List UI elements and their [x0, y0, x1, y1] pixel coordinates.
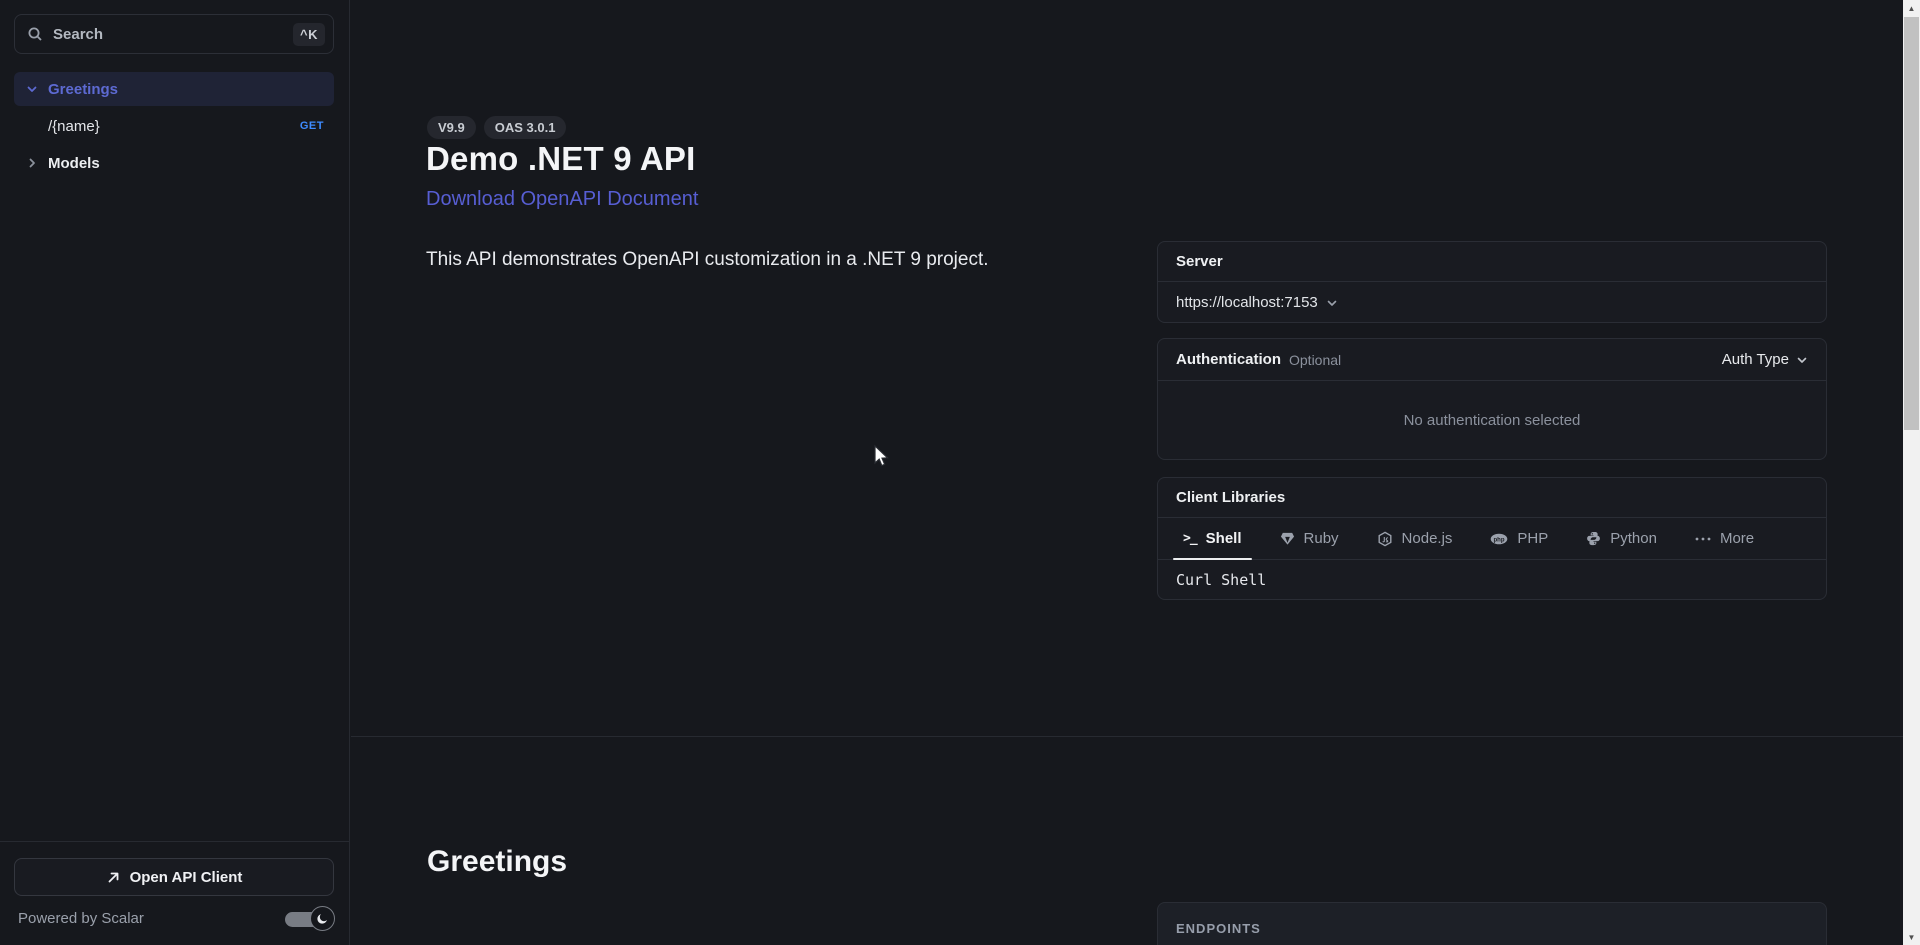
open-api-client-label: Open API Client — [130, 869, 243, 886]
tab-label: Python — [1610, 530, 1657, 547]
oas-version-badge: OAS 3.0.1 — [484, 116, 567, 139]
page-title: Demo .NET 9 API — [426, 140, 696, 178]
client-libraries-header: Client Libraries — [1158, 478, 1826, 518]
tab-label: More — [1720, 530, 1754, 547]
search-shortcut-badge: ^K — [293, 23, 325, 46]
sidebar: Search ^K Greetings /{name} GET Models O… — [0, 0, 350, 945]
moon-icon — [310, 906, 335, 931]
python-icon — [1586, 531, 1601, 546]
powered-by-scalar-link[interactable]: Powered by Scalar — [18, 910, 144, 927]
tab-ruby[interactable]: Ruby — [1280, 518, 1339, 559]
server-card-title: Server — [1176, 253, 1223, 270]
server-url-value: https://localhost:7153 — [1176, 294, 1318, 311]
client-library-tabs: >_ Shell Ruby Node.js php PHP — [1158, 518, 1826, 560]
server-card: Server https://localhost:7153 — [1157, 241, 1827, 323]
endpoints-label: ENDPOINTS — [1158, 903, 1826, 936]
tab-label: Ruby — [1304, 530, 1339, 547]
search-label: Search — [53, 26, 293, 43]
sidebar-item-label: Greetings — [48, 81, 118, 98]
scrollbar-down-arrow[interactable]: ▼ — [1903, 929, 1920, 945]
sidebar-item-name-endpoint[interactable]: /{name} GET — [14, 109, 334, 143]
scrollbar-up-arrow[interactable]: ▲ — [1903, 0, 1920, 16]
api-badges: V9.9 OAS 3.0.1 — [427, 116, 566, 139]
chevron-right-icon — [24, 157, 40, 169]
auth-empty-state: No authentication selected — [1158, 381, 1826, 460]
vertical-scrollbar[interactable]: ▲ ▼ — [1903, 0, 1920, 945]
open-api-client-button[interactable]: Open API Client — [14, 858, 334, 896]
ellipsis-icon — [1695, 537, 1711, 541]
tab-more[interactable]: More — [1695, 518, 1754, 559]
section-divider — [351, 736, 1903, 737]
sidebar-item-label: Models — [48, 155, 100, 172]
authentication-card: Authentication Optional Auth Type No aut… — [1157, 338, 1827, 460]
terminal-icon: >_ — [1183, 531, 1197, 546]
download-openapi-link[interactable]: Download OpenAPI Document — [426, 188, 698, 211]
sidebar-nav: Greetings /{name} GET Models — [14, 72, 334, 183]
svg-text:php: php — [1494, 537, 1505, 543]
endpoints-card: ENDPOINTS — [1157, 902, 1827, 945]
tab-label: PHP — [1517, 530, 1548, 547]
dark-mode-toggle[interactable] — [285, 906, 335, 932]
sidebar-item-models[interactable]: Models — [14, 146, 334, 180]
auth-type-label: Auth Type — [1722, 351, 1789, 368]
chevron-down-icon — [24, 83, 40, 95]
client-libraries-title: Client Libraries — [1176, 489, 1285, 506]
tab-python[interactable]: Python — [1586, 518, 1657, 559]
auth-card-header: Authentication Optional Auth Type — [1158, 339, 1826, 381]
nodejs-hexagon-icon — [1377, 531, 1393, 547]
greetings-section-title: Greetings — [427, 845, 567, 879]
chevron-down-icon — [1796, 354, 1808, 366]
arrow-up-right-icon — [106, 870, 121, 885]
version-badge: V9.9 — [427, 116, 476, 139]
tab-php[interactable]: php PHP — [1490, 518, 1548, 559]
search-input[interactable]: Search ^K — [14, 14, 334, 54]
tab-nodejs[interactable]: Node.js — [1377, 518, 1453, 559]
search-icon — [27, 26, 43, 42]
tab-label: Shell — [1206, 530, 1242, 547]
tab-label: Node.js — [1402, 530, 1453, 547]
chevron-down-icon — [1326, 297, 1338, 309]
server-card-header: Server — [1158, 242, 1826, 282]
endpoint-path-label: /{name} — [48, 118, 100, 135]
scrollbar-thumb[interactable] — [1904, 17, 1919, 430]
api-description: This API demonstrates OpenAPI customizat… — [426, 246, 1106, 274]
ruby-gem-icon — [1280, 531, 1295, 546]
auth-optional-label: Optional — [1289, 352, 1341, 368]
php-icon: php — [1490, 533, 1508, 545]
auth-type-dropdown[interactable]: Auth Type — [1722, 351, 1808, 368]
auth-card-title: Authentication — [1176, 351, 1281, 368]
sidebar-footer: Open API Client Powered by Scalar — [0, 841, 349, 945]
client-libraries-card: Client Libraries >_ Shell Ruby Node.js p… — [1157, 477, 1827, 600]
sidebar-item-greetings[interactable]: Greetings — [14, 72, 334, 106]
tab-shell[interactable]: >_ Shell — [1183, 518, 1242, 559]
server-url-dropdown[interactable]: https://localhost:7153 — [1158, 282, 1826, 323]
get-method-badge: GET — [300, 120, 324, 132]
code-snippet[interactable]: Curl Shell — [1158, 560, 1826, 600]
